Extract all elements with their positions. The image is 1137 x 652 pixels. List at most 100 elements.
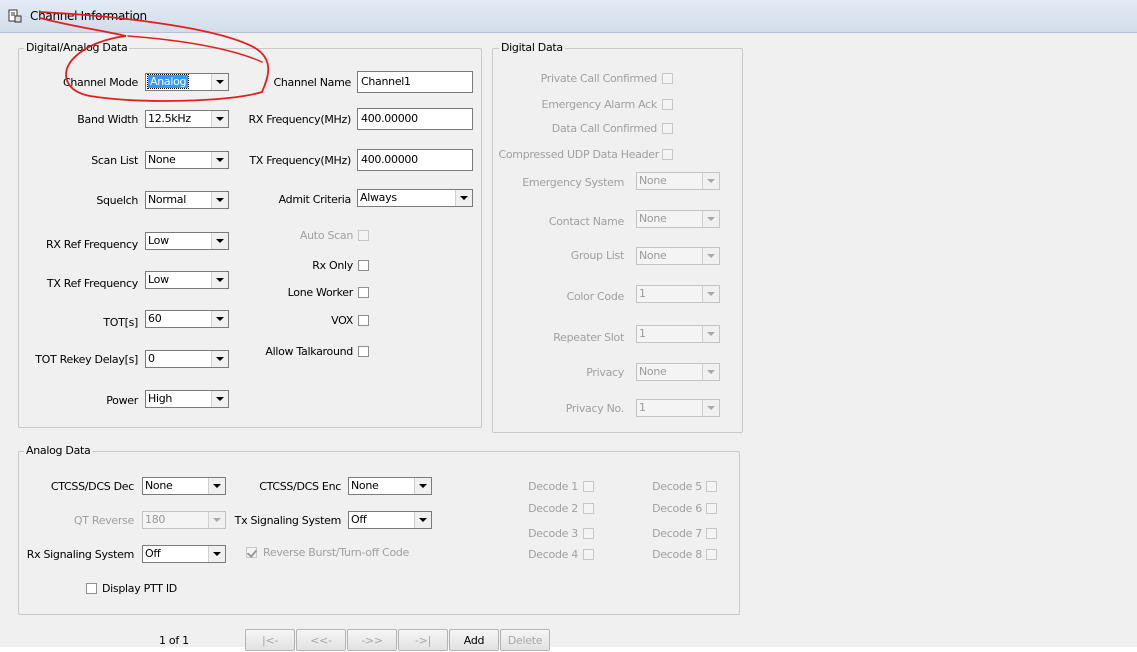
power-label: Power [106, 394, 138, 407]
chevron-down-icon[interactable] [414, 478, 431, 494]
scan-list-select[interactable]: None [145, 151, 229, 169]
decode-8-label: Decode 8 [652, 548, 702, 561]
lone-worker-checkbox[interactable] [358, 287, 369, 298]
chevron-down-icon[interactable] [211, 111, 228, 127]
decode-3-checkbox[interactable] [583, 528, 594, 539]
chevron-down-icon[interactable] [211, 233, 228, 249]
rx-frequency-field[interactable]: 400.00000 [357, 108, 473, 130]
tx-frequency-field[interactable]: 400.00000 [357, 149, 473, 171]
data-call-confirmed-checkbox[interactable] [662, 123, 673, 134]
privacy-no-select[interactable]: 1 [636, 399, 720, 417]
vox-label: VOX [331, 314, 353, 327]
data-call-confirmed-label: Data Call Confirmed [551, 122, 658, 135]
contact-name-label: Contact Name [548, 215, 624, 228]
repeater-slot-label: Repeater Slot [553, 331, 624, 344]
chevron-down-icon[interactable] [211, 192, 228, 208]
chevron-down-icon[interactable] [702, 400, 719, 416]
contact-name-select[interactable]: None [636, 210, 720, 228]
emergency-alarm-ack-checkbox[interactable] [662, 99, 673, 110]
rx-signaling-system-select[interactable]: Off [142, 545, 226, 563]
decode-7-checkbox[interactable] [706, 528, 717, 539]
private-call-confirmed-checkbox[interactable] [662, 73, 673, 84]
display-ptt-id-checkbox[interactable] [86, 583, 97, 594]
power-select[interactable]: High [145, 390, 229, 408]
rx-only-checkbox[interactable] [358, 260, 369, 271]
decode-5-label: Decode 5 [652, 480, 702, 493]
chevron-down-icon[interactable] [208, 512, 225, 528]
rx-signaling-system-label: Rx Signaling System [26, 548, 135, 561]
squelch-select[interactable]: Normal [145, 191, 229, 209]
vox-checkbox[interactable] [358, 315, 369, 326]
ctcss-dec-select[interactable]: None [142, 477, 226, 495]
auto-scan-checkbox[interactable] [358, 230, 369, 241]
emergency-system-label: Emergency System [522, 176, 624, 189]
next-record-button[interactable]: ->> [347, 629, 397, 651]
rx-only-label: Rx Only [312, 259, 353, 272]
compressed-udp-label: Compressed UDP Data Header [498, 148, 659, 161]
add-button[interactable]: Add [449, 629, 499, 651]
private-call-confirmed-label: Private Call Confirmed [540, 72, 658, 85]
tot-rekey-delay-select[interactable]: 0 [145, 350, 229, 368]
ctcss-enc-select[interactable]: None [348, 477, 432, 495]
last-record-button[interactable]: ->| [398, 629, 448, 651]
decode-1-label: Decode 1 [528, 480, 578, 493]
repeater-slot-select[interactable]: 1 [636, 325, 720, 343]
delete-button[interactable]: Delete [500, 629, 550, 651]
chevron-down-icon[interactable] [702, 211, 719, 227]
first-record-button[interactable]: |<- [245, 629, 295, 651]
chevron-down-icon[interactable] [702, 286, 719, 302]
chevron-down-icon[interactable] [455, 190, 472, 206]
chevron-down-icon[interactable] [211, 152, 228, 168]
channel-name-field[interactable]: Channel1 [357, 71, 473, 93]
analog-data-legend: Analog Data [24, 444, 93, 457]
chevron-down-icon[interactable] [208, 546, 225, 562]
compressed-udp-checkbox[interactable] [662, 149, 673, 160]
chevron-down-icon[interactable] [414, 512, 431, 528]
tx-signaling-system-select[interactable]: Off [348, 511, 432, 529]
chevron-down-icon[interactable] [702, 173, 719, 189]
decode-6-checkbox[interactable] [706, 503, 717, 514]
admit-criteria-label: Admit Criteria [278, 193, 352, 206]
privacy-select[interactable]: None [636, 363, 720, 381]
decode-4-checkbox[interactable] [583, 549, 594, 560]
qt-reverse-label: QT Reverse [73, 514, 134, 527]
tot-label: TOT[s] [103, 316, 138, 329]
qt-reverse-select[interactable]: 180 [142, 511, 226, 529]
chevron-down-icon[interactable] [211, 391, 228, 407]
privacy-label: Privacy [586, 366, 624, 379]
tot-select[interactable]: 60 [145, 310, 229, 328]
emergency-alarm-ack-label: Emergency Alarm Ack [541, 98, 658, 111]
decode-5-checkbox[interactable] [706, 481, 717, 492]
tx-ref-frequency-label: TX Ref Frequency [46, 277, 138, 290]
lone-worker-label: Lone Worker [287, 286, 354, 299]
decode-2-checkbox[interactable] [583, 503, 594, 514]
decode-7-label: Decode 7 [652, 527, 702, 540]
tx-signaling-system-label: Tx Signaling System [234, 514, 342, 527]
chevron-down-icon[interactable] [702, 364, 719, 380]
decode-2-label: Decode 2 [528, 502, 578, 515]
decode-8-checkbox[interactable] [706, 549, 717, 560]
color-code-select[interactable]: 1 [636, 285, 720, 303]
auto-scan-label: Auto Scan [299, 229, 353, 242]
band-width-select[interactable]: 12.5kHz [145, 110, 229, 128]
tx-ref-frequency-select[interactable]: Low [145, 271, 229, 289]
group-list-label: Group List [570, 249, 625, 262]
admit-criteria-select[interactable]: Always [357, 189, 473, 207]
chevron-down-icon[interactable] [211, 311, 228, 327]
digital-data-legend: Digital Data [499, 41, 565, 54]
ctcss-enc-label: CTCSS/DCS Enc [259, 480, 341, 493]
emergency-system-select[interactable]: None [636, 172, 720, 190]
group-list-select[interactable]: None [636, 247, 720, 265]
chevron-down-icon[interactable] [211, 272, 228, 288]
reverse-burst-checkbox[interactable] [246, 547, 257, 558]
allow-talkaround-checkbox[interactable] [358, 346, 369, 357]
decode-1-checkbox[interactable] [583, 481, 594, 492]
previous-record-button[interactable]: <<- [296, 629, 346, 651]
rx-ref-frequency-label: RX Ref Frequency [46, 238, 138, 251]
chevron-down-icon[interactable] [702, 248, 719, 264]
rx-ref-frequency-select[interactable]: Low [145, 232, 229, 250]
chevron-down-icon[interactable] [702, 326, 719, 342]
allow-talkaround-label: Allow Talkaround [265, 345, 353, 358]
chevron-down-icon[interactable] [208, 478, 225, 494]
chevron-down-icon[interactable] [211, 351, 228, 367]
